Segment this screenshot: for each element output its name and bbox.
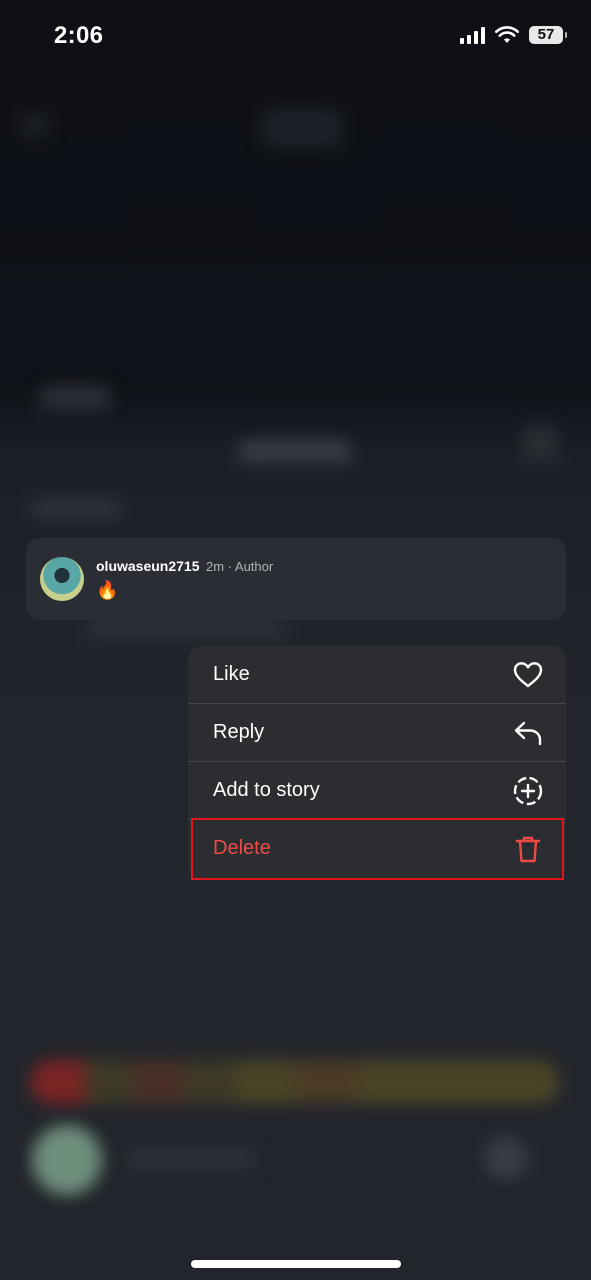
blurred-composer-input [126,1148,256,1170]
avatar[interactable] [40,557,84,601]
blurred-header-title [262,108,342,148]
menu-item-label: Reply [213,721,265,743]
blurred-header-back [20,112,50,138]
comment-text: 🔥 [96,580,119,600]
comment-meta: 2m · Author [206,559,274,574]
blurred-tab-indicator [238,440,352,462]
status-icons: 57 [460,26,567,44]
blurred-composer-avatar [32,1125,102,1195]
menu-item-like[interactable]: Like [188,646,566,704]
heart-icon [513,662,543,688]
battery-icon: 57 [529,26,567,44]
blurred-side-button [522,426,558,462]
wifi-icon [495,26,519,43]
comment-card[interactable]: oluwaseun2715 2m · Author 🔥 [26,538,566,620]
comment-username[interactable]: oluwaseun2715 [96,558,200,574]
add-to-story-icon [513,776,543,806]
menu-item-label: Add to story [213,779,320,801]
blurred-section-label [30,498,122,520]
status-time: 2:06 [54,22,104,49]
blurred-post-info [40,385,110,411]
menu-item-reply[interactable]: Reply [188,704,566,762]
home-indicator[interactable] [191,1260,401,1268]
cellular-signal-icon [460,26,485,44]
delete-highlight-box [191,818,564,880]
status-bar: 2:06 57 [0,0,591,76]
menu-item-add-to-story[interactable]: Add to story [188,762,566,820]
blurred-emoji-bar [30,1060,560,1104]
menu-item-label: Like [213,663,250,685]
blurred-composer-send [484,1136,528,1180]
reply-arrow-icon [514,721,542,746]
blurred-reply-row [86,620,286,638]
